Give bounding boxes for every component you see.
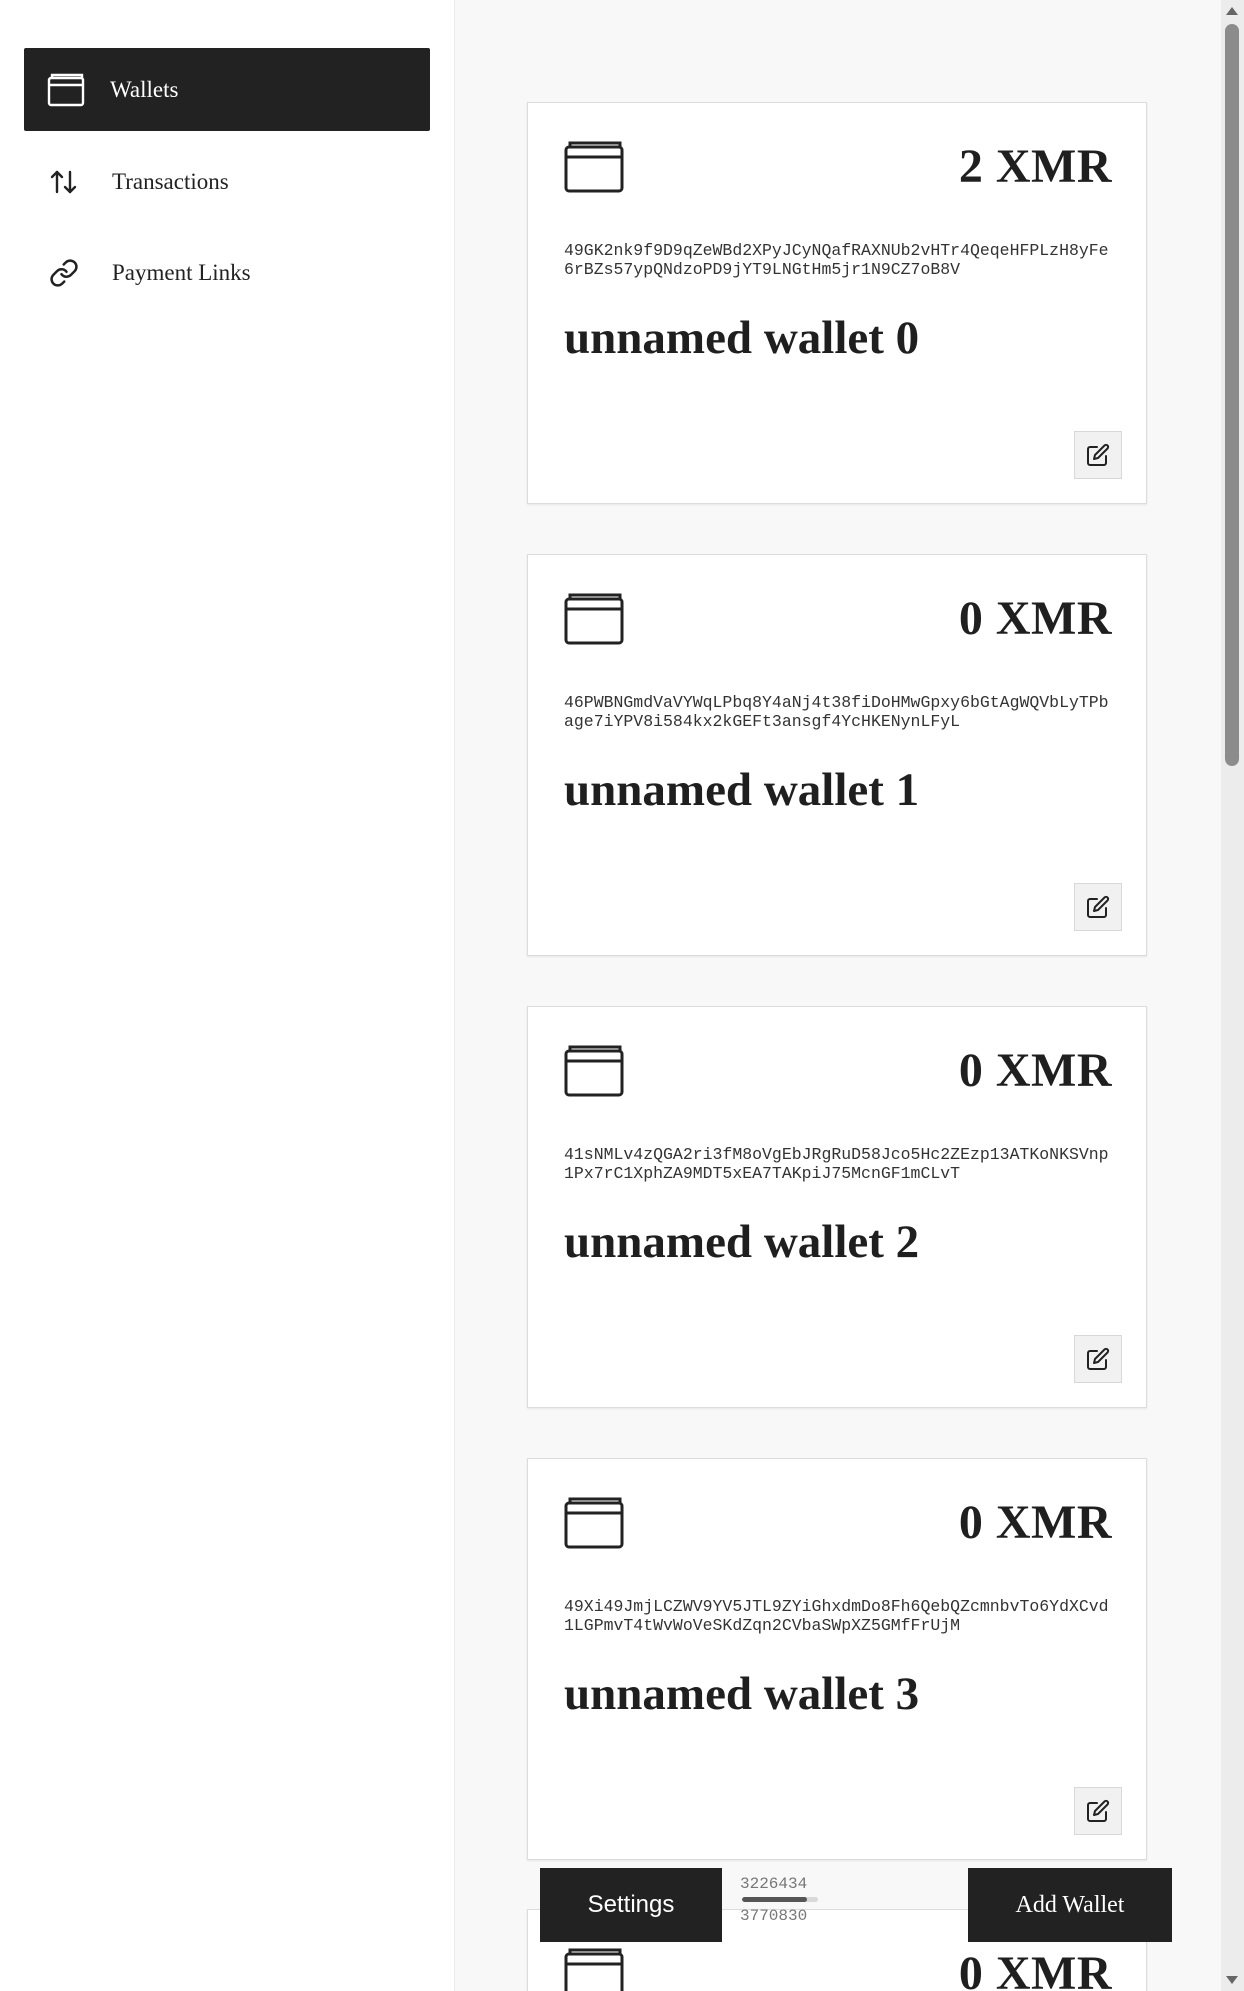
settings-button[interactable]: Settings [540,1868,722,1942]
sidebar-item-label: Wallets [110,76,179,102]
sync-progress-fill [742,1897,808,1902]
sync-target-height: 3770830 [740,1907,808,1925]
wallet-card: 2 XMR 49GK2nk9f9D9qZeWBd2XPyJCyNQafRAXNU… [527,102,1147,504]
sync-current-height: 3226434 [740,1875,808,1893]
sidebar: Wallets Transactions Payment Links [0,0,455,1991]
wallet-icon [46,70,86,110]
edit-icon [1087,443,1110,466]
arrows-up-down-icon [44,162,84,202]
edit-icon [1087,1799,1110,1822]
scrollbar[interactable] [1221,0,1244,1991]
edit-wallet-button[interactable] [1074,883,1122,931]
wallet-icon [564,593,624,645]
sidebar-item-label: Payment Links [112,259,251,285]
wallet-icon [564,1948,624,1991]
edit-icon [1087,895,1110,918]
wallet-card: 0 XMR 49Xi49JmjLCZWV9YV5JTL9ZYiGhxdmDo8F… [527,1458,1147,1860]
wallet-list: 2 XMR 49GK2nk9f9D9qZeWBd2XPyJCyNQafRAXNU… [455,0,1221,1991]
sidebar-item-transactions[interactable]: Transactions [24,140,430,223]
sync-progress-bar [742,1897,818,1902]
wallet-card: 0 XMR 41sNMLv4zQGA2ri3fM8oVgEbJRgRuD58Jc… [527,1006,1147,1408]
wallet-address: 49GK2nk9f9D9qZeWBd2XPyJCyNQafRAXNUb2vHTr… [564,241,1109,279]
wallet-icon [564,141,624,193]
scroll-thumb[interactable] [1225,24,1239,766]
sidebar-item-payment-links[interactable]: Payment Links [24,231,430,314]
sync-status: 3226434 3770830 [740,1874,830,1926]
wallet-name: unnamed wallet 3 [564,1668,920,1720]
wallet-balance: 0 XMR [958,1947,1112,1991]
wallet-name: unnamed wallet 2 [564,1216,920,1268]
scroll-down-arrow-icon[interactable] [1226,1976,1238,1984]
edit-wallet-button[interactable] [1074,1335,1122,1383]
wallet-icon [564,1497,624,1549]
wallet-name: unnamed wallet 0 [564,312,920,364]
wallet-balance: 2 XMR [958,140,1112,193]
edit-icon [1087,1347,1110,1370]
wallet-balance: 0 XMR [958,1044,1112,1097]
sidebar-item-wallets[interactable]: Wallets [24,48,430,131]
wallet-address: 49Xi49JmjLCZWV9YV5JTL9ZYiGhxdmDo8Fh6QebQ… [564,1597,1109,1635]
wallet-address: 41sNMLv4zQGA2ri3fM8oVgEbJRgRuD58Jco5Hc2Z… [564,1145,1109,1183]
scroll-up-arrow-icon[interactable] [1226,7,1238,15]
wallet-name: unnamed wallet 1 [564,764,920,816]
edit-wallet-button[interactable] [1074,1787,1122,1835]
link-icon [44,253,84,293]
wallet-balance: 0 XMR [958,592,1112,645]
edit-wallet-button[interactable] [1074,431,1122,479]
wallet-icon [564,1045,624,1097]
sidebar-item-label: Transactions [112,168,229,194]
wallet-balance: 0 XMR [958,1496,1112,1549]
add-wallet-button[interactable]: Add Wallet [968,1868,1172,1942]
wallet-card: 0 XMR 46PWBNGmdVaVYWqLPbq8Y4aNj4t38fiDoH… [527,554,1147,956]
wallet-address: 46PWBNGmdVaVYWqLPbq8Y4aNj4t38fiDoHMwGpxy… [564,693,1109,731]
